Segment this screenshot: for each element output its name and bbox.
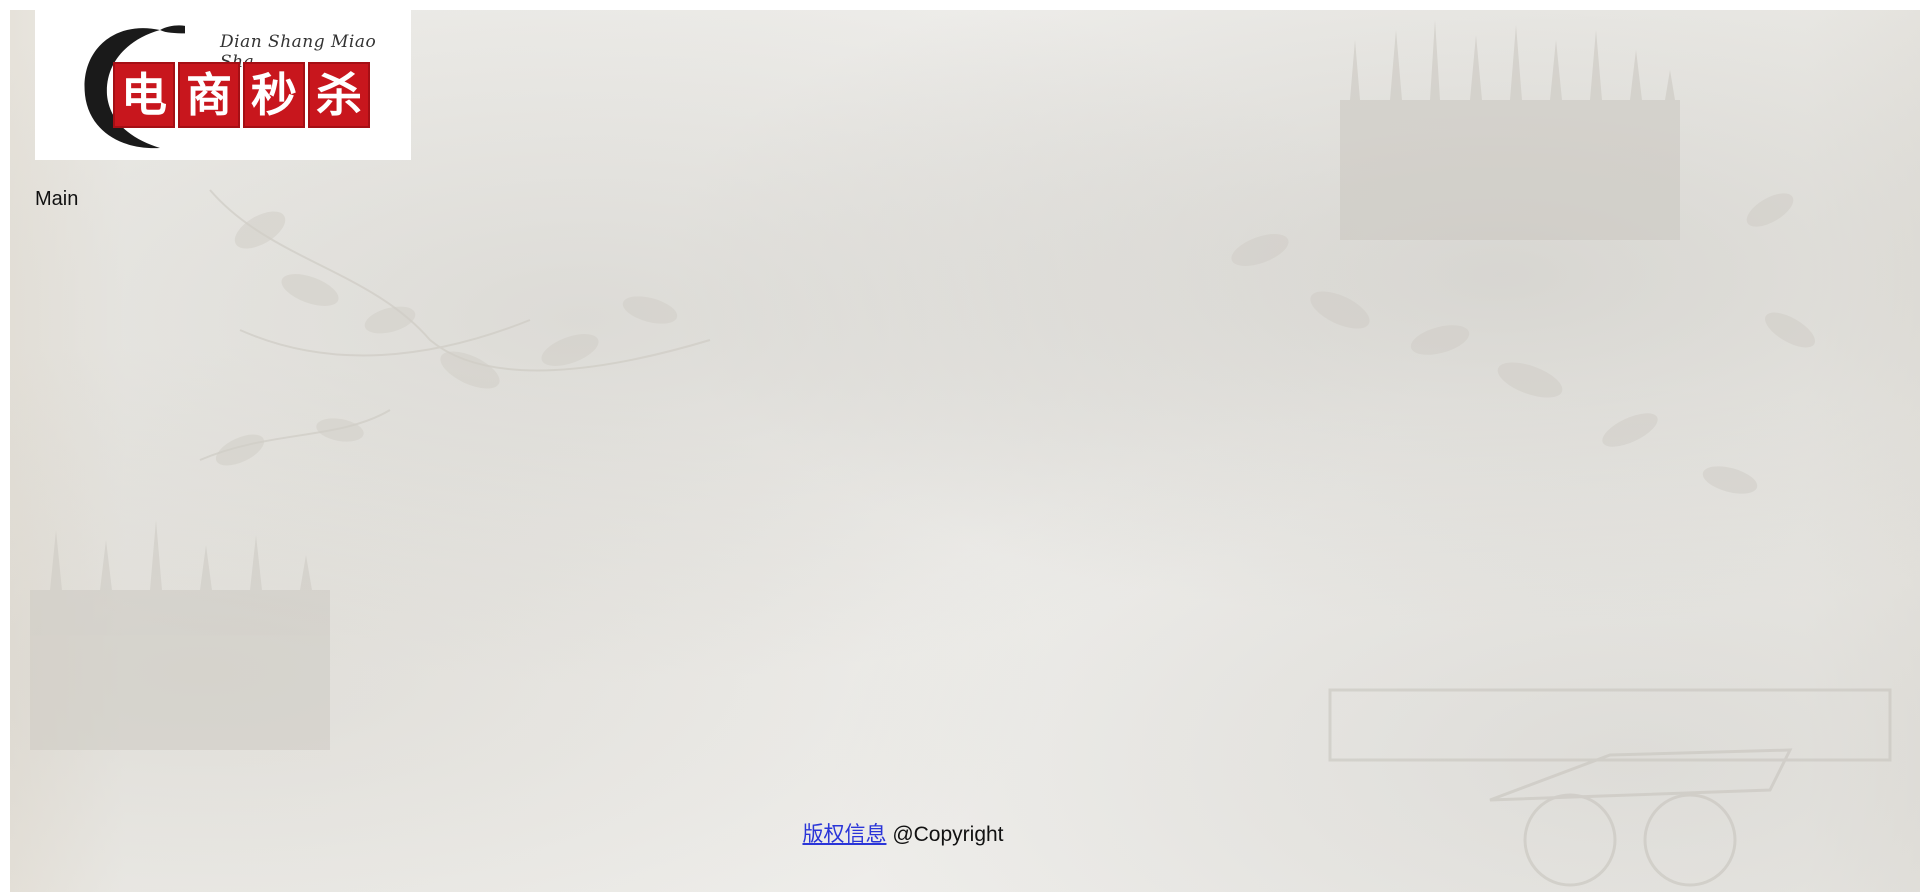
site-logo[interactable]: Dian Shang Miao Sha 电 商 秒 杀 xyxy=(35,10,411,160)
logo-char-1: 电 xyxy=(113,62,175,128)
copyright-info-link[interactable]: 版权信息 xyxy=(802,823,886,846)
copyright-text: @Copyright xyxy=(892,823,1004,846)
logo-char-3: 秒 xyxy=(243,62,305,128)
logo-char-2: 商 xyxy=(178,62,240,128)
logo-characters: 电 商 秒 杀 xyxy=(113,62,370,128)
page-background: Dian Shang Miao Sha 电 商 秒 杀 Main 版权信息 @C… xyxy=(10,10,1920,892)
footer: 版权信息 @Copyright xyxy=(10,818,1858,848)
main-heading: Main xyxy=(35,188,79,210)
logo-char-4: 杀 xyxy=(308,62,370,128)
